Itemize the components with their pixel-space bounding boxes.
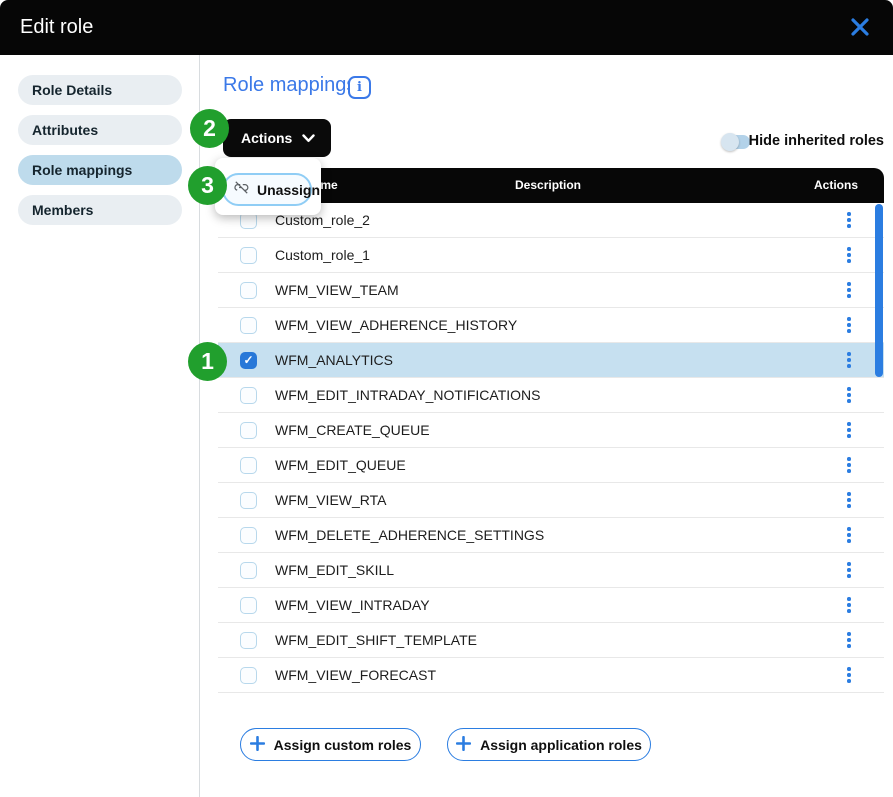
sidebar-item-attributes[interactable]: Attributes [18, 115, 182, 145]
role-mappings-table: Name Description Actions Custom_role_2 C… [218, 168, 884, 693]
table-row[interactable]: WFM_VIEW_TEAM [218, 273, 884, 308]
row-checkbox[interactable] [240, 597, 257, 614]
info-icon[interactable]: i [348, 76, 371, 99]
role-name: WFM_EDIT_SKILL [275, 562, 555, 578]
kebab-menu-icon[interactable] [840, 315, 858, 335]
role-name: WFM_DELETE_ADHERENCE_SETTINGS [275, 527, 555, 543]
role-name: WFM_EDIT_INTRADAY_NOTIFICATIONS [275, 387, 555, 403]
row-checkbox[interactable] [240, 352, 257, 369]
row-checkbox[interactable] [240, 527, 257, 544]
table-row[interactable]: WFM_ANALYTICS [218, 343, 884, 378]
role-name: WFM_VIEW_ADHERENCE_HISTORY [275, 317, 555, 333]
kebab-menu-icon[interactable] [840, 490, 858, 510]
role-name: WFM_VIEW_RTA [275, 492, 555, 508]
row-checkbox[interactable] [240, 387, 257, 404]
kebab-menu-icon[interactable] [840, 560, 858, 580]
role-name: WFM_VIEW_TEAM [275, 282, 555, 298]
unassign-label: Unassign [257, 182, 320, 198]
sidebar: Role Details Attributes Role mappings Me… [0, 55, 200, 797]
kebab-menu-icon[interactable] [840, 210, 858, 230]
role-name: WFM_VIEW_INTRADAY [275, 597, 555, 613]
kebab-menu-icon[interactable] [840, 420, 858, 440]
kebab-menu-icon[interactable] [840, 385, 858, 405]
table-row[interactable]: WFM_VIEW_INTRADAY [218, 588, 884, 623]
annotation-circle-1: 1 [188, 342, 227, 381]
table-body: Custom_role_2 Custom_role_1 WFM_VIEW_TEA… [218, 203, 884, 693]
row-checkbox[interactable] [240, 492, 257, 509]
role-name: WFM_ANALYTICS [275, 352, 555, 368]
dialog-header: Edit role [0, 0, 893, 55]
table-row[interactable]: WFM_CREATE_QUEUE [218, 413, 884, 448]
kebab-menu-icon[interactable] [840, 350, 858, 370]
table-row[interactable]: WFM_EDIT_SHIFT_TEMPLATE [218, 623, 884, 658]
actions-button-label: Actions [241, 130, 292, 146]
assign-application-roles-label: Assign application roles [480, 737, 642, 753]
row-checkbox[interactable] [240, 667, 257, 684]
table-row[interactable]: WFM_VIEW_FORECAST [218, 658, 884, 693]
plus-icon [250, 736, 265, 754]
role-name: WFM_CREATE_QUEUE [275, 422, 555, 438]
row-checkbox[interactable] [240, 562, 257, 579]
actions-button[interactable]: Actions [223, 119, 331, 157]
kebab-menu-icon[interactable] [840, 525, 858, 545]
table-row[interactable]: WFM_DELETE_ADHERENCE_SETTINGS [218, 518, 884, 553]
annotation-circle-2: 2 [190, 109, 229, 148]
kebab-menu-icon[interactable] [840, 665, 858, 685]
sidebar-item-members[interactable]: Members [18, 195, 182, 225]
role-name: WFM_EDIT_QUEUE [275, 457, 555, 473]
table-row[interactable]: WFM_EDIT_INTRADAY_NOTIFICATIONS [218, 378, 884, 413]
role-name: WFM_EDIT_SHIFT_TEMPLATE [275, 632, 555, 648]
link-off-icon [233, 179, 250, 201]
table-row[interactable]: Custom_role_1 [218, 238, 884, 273]
sidebar-item-role-details[interactable]: Role Details [18, 75, 182, 105]
table-row[interactable]: WFM_EDIT_QUEUE [218, 448, 884, 483]
table-row[interactable]: WFM_EDIT_SKILL [218, 553, 884, 588]
close-button[interactable] [848, 16, 872, 40]
kebab-menu-icon[interactable] [840, 630, 858, 650]
kebab-menu-icon[interactable] [840, 455, 858, 475]
row-checkbox[interactable] [240, 282, 257, 299]
vertical-scrollbar[interactable] [875, 204, 883, 377]
edit-role-dialog: Edit role Role Details Attributes Role m… [0, 0, 893, 797]
dialog-title: Edit role [20, 0, 93, 55]
table-row[interactable]: WFM_VIEW_RTA [218, 483, 884, 518]
column-header-description: Description [515, 168, 581, 203]
row-checkbox[interactable] [240, 317, 257, 334]
role-name: Custom_role_2 [275, 212, 555, 228]
role-name: Custom_role_1 [275, 247, 555, 263]
actions-dropdown-panel: Unassign [215, 158, 321, 215]
row-checkbox[interactable] [240, 422, 257, 439]
assign-custom-roles-label: Assign custom roles [274, 737, 412, 753]
row-checkbox[interactable] [240, 247, 257, 264]
assign-custom-roles-button[interactable]: Assign custom roles [240, 728, 421, 761]
column-header-actions: Actions [814, 168, 858, 203]
role-name: WFM_VIEW_FORECAST [275, 667, 555, 683]
unassign-menu-item[interactable]: Unassign [222, 173, 312, 206]
hide-inherited-roles-label: Hide inherited roles [749, 133, 884, 149]
close-icon [850, 17, 870, 40]
toggle-knob [721, 133, 739, 151]
kebab-menu-icon[interactable] [840, 595, 858, 615]
kebab-menu-icon[interactable] [840, 280, 858, 300]
page-title: Role mappings [223, 74, 356, 97]
assign-application-roles-button[interactable]: Assign application roles [447, 728, 651, 761]
kebab-menu-icon[interactable] [840, 245, 858, 265]
sidebar-item-role-mappings[interactable]: Role mappings [18, 155, 182, 185]
annotation-circle-3: 3 [188, 166, 227, 205]
plus-icon [456, 736, 471, 754]
row-checkbox[interactable] [240, 457, 257, 474]
hide-inherited-roles-toggle[interactable] [721, 131, 751, 151]
table-row[interactable]: WFM_VIEW_ADHERENCE_HISTORY [218, 308, 884, 343]
row-checkbox[interactable] [240, 632, 257, 649]
chevron-down-icon [302, 130, 315, 146]
